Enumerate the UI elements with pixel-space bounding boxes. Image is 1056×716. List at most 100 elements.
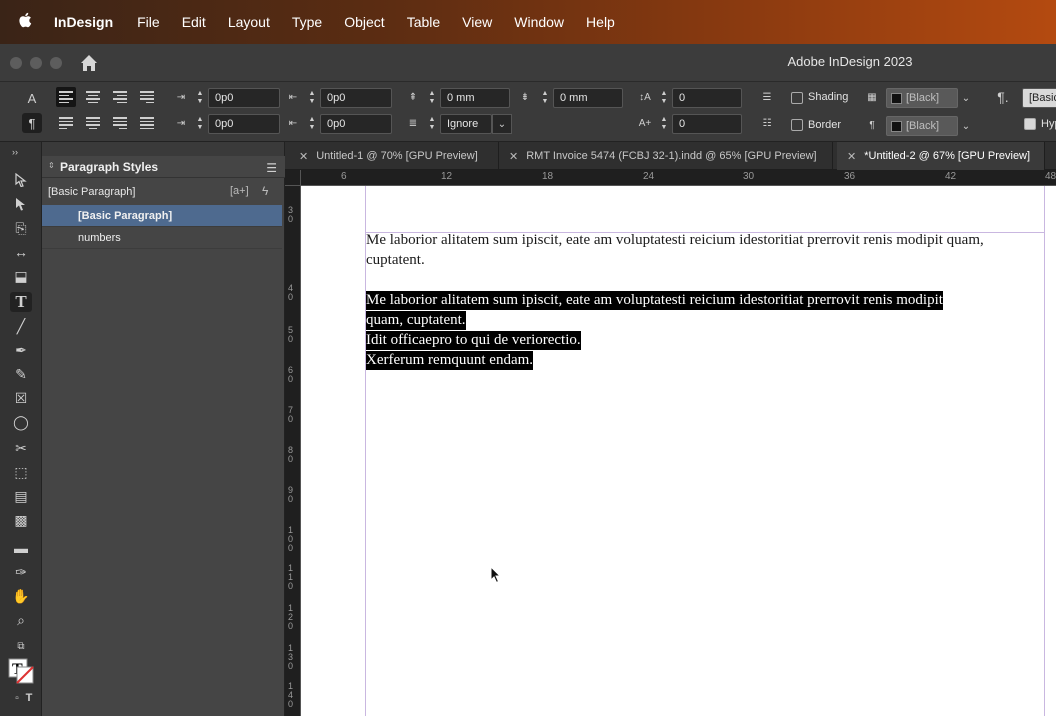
ruler-origin[interactable]	[285, 170, 301, 186]
new-style-group-button[interactable]: [a+]	[230, 185, 249, 197]
menu-table[interactable]: Table	[407, 14, 440, 30]
space-after-field[interactable]: 0 mm	[553, 88, 623, 108]
line-tool-icon[interactable]: ╱	[10, 316, 32, 336]
pasteboard[interactable]: Me laborior alitatem sum ipiscit, eate a…	[301, 186, 1056, 716]
type-tool-icon[interactable]: T	[10, 292, 32, 312]
left-indent-field[interactable]: 0p0	[208, 88, 280, 108]
paragraph-style-field[interactable]: [Basic	[1022, 88, 1056, 108]
space-before-field[interactable]: 0 mm	[440, 88, 510, 108]
align-towards-spine-button[interactable]	[137, 87, 157, 107]
panel-menu-icon[interactable]: ☰	[266, 161, 277, 175]
justify-center-button[interactable]	[83, 113, 103, 133]
horizontal-ruler[interactable]: 6 12 18 24 30 36 42 48	[301, 170, 1056, 186]
style-item-basic-paragraph[interactable]: [Basic Paragraph]	[42, 205, 282, 227]
lightning-icon[interactable]: ϟ	[262, 184, 268, 198]
bulleted-list-icon[interactable]: ☰	[758, 88, 776, 106]
zoom-window-button[interactable]	[50, 57, 62, 69]
border-color-field[interactable]: [Black]	[886, 116, 958, 136]
menu-layout[interactable]: Layout	[228, 14, 270, 30]
zoom-tool-icon[interactable]: ⌕	[10, 610, 32, 630]
border-checkbox[interactable]	[791, 119, 803, 131]
document-page[interactable]: Me laborior alitatem sum ipiscit, eate a…	[301, 186, 1056, 716]
formatting-text-icon[interactable]: T	[18, 688, 40, 708]
direct-selection-tool-icon[interactable]	[10, 194, 32, 214]
drop-cap-chars-stepper[interactable]: ▲ ▼	[657, 114, 671, 134]
rectangle-frame-tool-icon[interactable]: ☒	[10, 388, 32, 408]
selected-paragraphs[interactable]: Me laborior alitatem sum ipiscit, eate a…	[366, 290, 1046, 370]
align-to-grid-dropdown[interactable]: ⌄	[492, 114, 512, 134]
hyphenate-checkbox[interactable]	[1024, 118, 1036, 130]
space-before-stepper[interactable]: ▲ ▼	[425, 88, 439, 108]
space-after-stepper[interactable]: ▲ ▼	[538, 88, 552, 108]
page-tool-icon[interactable]: ⎘	[10, 218, 32, 238]
right-indent-field[interactable]: 0p0	[320, 88, 392, 108]
free-transform-tool-icon[interactable]: ⬚	[10, 462, 32, 482]
shading-grid-icon[interactable]: ▦	[863, 88, 881, 106]
content-collector-icon[interactable]: ⬓	[10, 266, 32, 286]
default-fill-stroke-icon[interactable]: ⧉	[10, 636, 32, 656]
style-item-numbers[interactable]: numbers	[42, 227, 282, 249]
drop-cap-lines-stepper[interactable]: ▲ ▼	[657, 88, 671, 108]
vertical-ruler[interactable]: 30 40 50 60 70 80 90 100 110 120 130 140…	[285, 186, 301, 716]
first-line-indent-stepper[interactable]: ▲ ▼	[193, 114, 207, 134]
panel-title[interactable]: Paragraph Styles	[60, 160, 158, 174]
menu-app-name[interactable]: InDesign	[54, 14, 113, 30]
ellipse-tool-icon[interactable]: ◯	[10, 412, 32, 432]
menu-view[interactable]: View	[462, 14, 492, 30]
apple-icon[interactable]	[18, 12, 36, 33]
menu-edit[interactable]: Edit	[182, 14, 206, 30]
justify-left-button[interactable]	[56, 113, 76, 133]
menu-help[interactable]: Help	[586, 14, 615, 30]
menu-file[interactable]: File	[137, 14, 160, 30]
border-color-dropdown[interactable]: ⌄	[956, 116, 976, 136]
last-line-indent-stepper[interactable]: ▲ ▼	[305, 114, 319, 134]
panel-collapse-icon[interactable]: ⇕	[48, 161, 55, 170]
border-para-icon[interactable]: ¶	[863, 116, 881, 134]
align-to-grid-stepper[interactable]: ▲ ▼	[425, 114, 439, 134]
menu-window[interactable]: Window	[514, 14, 564, 30]
pencil-tool-icon[interactable]: ✎	[10, 364, 32, 384]
paragraph-1[interactable]: Me laborior alitatem sum ipiscit, eate a…	[366, 230, 1046, 270]
pen-tool-icon[interactable]: ✒	[10, 340, 32, 360]
selection-tool-icon[interactable]	[10, 170, 32, 190]
close-window-button[interactable]	[10, 57, 22, 69]
align-center-button[interactable]	[83, 87, 103, 107]
paragraph-mode-button[interactable]: ¶	[22, 113, 42, 133]
align-right-button[interactable]	[110, 87, 130, 107]
scissors-tool-icon[interactable]: ✂	[10, 438, 32, 458]
eyedropper-tool-icon[interactable]: ✑	[10, 562, 32, 582]
home-icon[interactable]	[78, 52, 100, 74]
note-tool-icon[interactable]: ▬	[10, 538, 32, 558]
shading-color-dropdown[interactable]: ⌄	[956, 88, 976, 108]
shading-checkbox[interactable]	[791, 92, 803, 104]
fill-stroke-swatch[interactable]: T	[6, 656, 36, 686]
character-mode-button[interactable]: A	[22, 88, 42, 108]
selected-line-3[interactable]: Idit officaepro to qui de veriorectio.	[366, 331, 581, 350]
first-line-indent-field[interactable]: 0p0	[208, 114, 280, 134]
selected-line-2[interactable]: quam, cuptatent.	[366, 311, 466, 330]
hand-tool-icon[interactable]: ✋	[10, 586, 32, 606]
doc-tab-untitled-2[interactable]: ✕ *Untitled-2 @ 67% [GPU Preview]	[837, 142, 1045, 170]
drop-cap-lines-field[interactable]: 0	[672, 88, 742, 108]
selected-line-1[interactable]: Me laborior alitatem sum ipiscit, eate a…	[366, 291, 943, 310]
shading-color-field[interactable]: [Black]	[886, 88, 958, 108]
left-indent-stepper[interactable]: ▲ ▼	[193, 88, 207, 108]
align-to-grid-field[interactable]: Ignore	[440, 114, 492, 134]
close-tab-icon[interactable]: ✕	[509, 150, 518, 163]
doc-tab-rmt-invoice[interactable]: ✕ RMT Invoice 5474 (FCBJ 32-1).indd @ 65…	[499, 142, 833, 170]
align-left-button[interactable]	[56, 87, 76, 107]
numbered-list-icon[interactable]: ☷	[758, 114, 776, 132]
gap-tool-icon[interactable]: ↔	[10, 242, 32, 262]
justify-right-button[interactable]	[110, 113, 130, 133]
minimize-window-button[interactable]	[30, 57, 42, 69]
last-line-indent-field[interactable]: 0p0	[320, 114, 392, 134]
gradient-feather-tool-icon[interactable]: ▩	[10, 510, 32, 530]
menu-object[interactable]: Object	[344, 14, 384, 30]
close-tab-icon[interactable]: ✕	[847, 150, 856, 163]
doc-tab-untitled-1[interactable]: ✕ Untitled-1 @ 70% [GPU Preview]	[289, 142, 499, 170]
drop-cap-chars-field[interactable]: 0	[672, 114, 742, 134]
justify-all-button[interactable]	[137, 113, 157, 133]
gradient-swatch-tool-icon[interactable]: ▤	[10, 486, 32, 506]
close-tab-icon[interactable]: ✕	[299, 150, 308, 163]
selected-line-4[interactable]: Xerferum remquunt endam.	[366, 351, 534, 370]
